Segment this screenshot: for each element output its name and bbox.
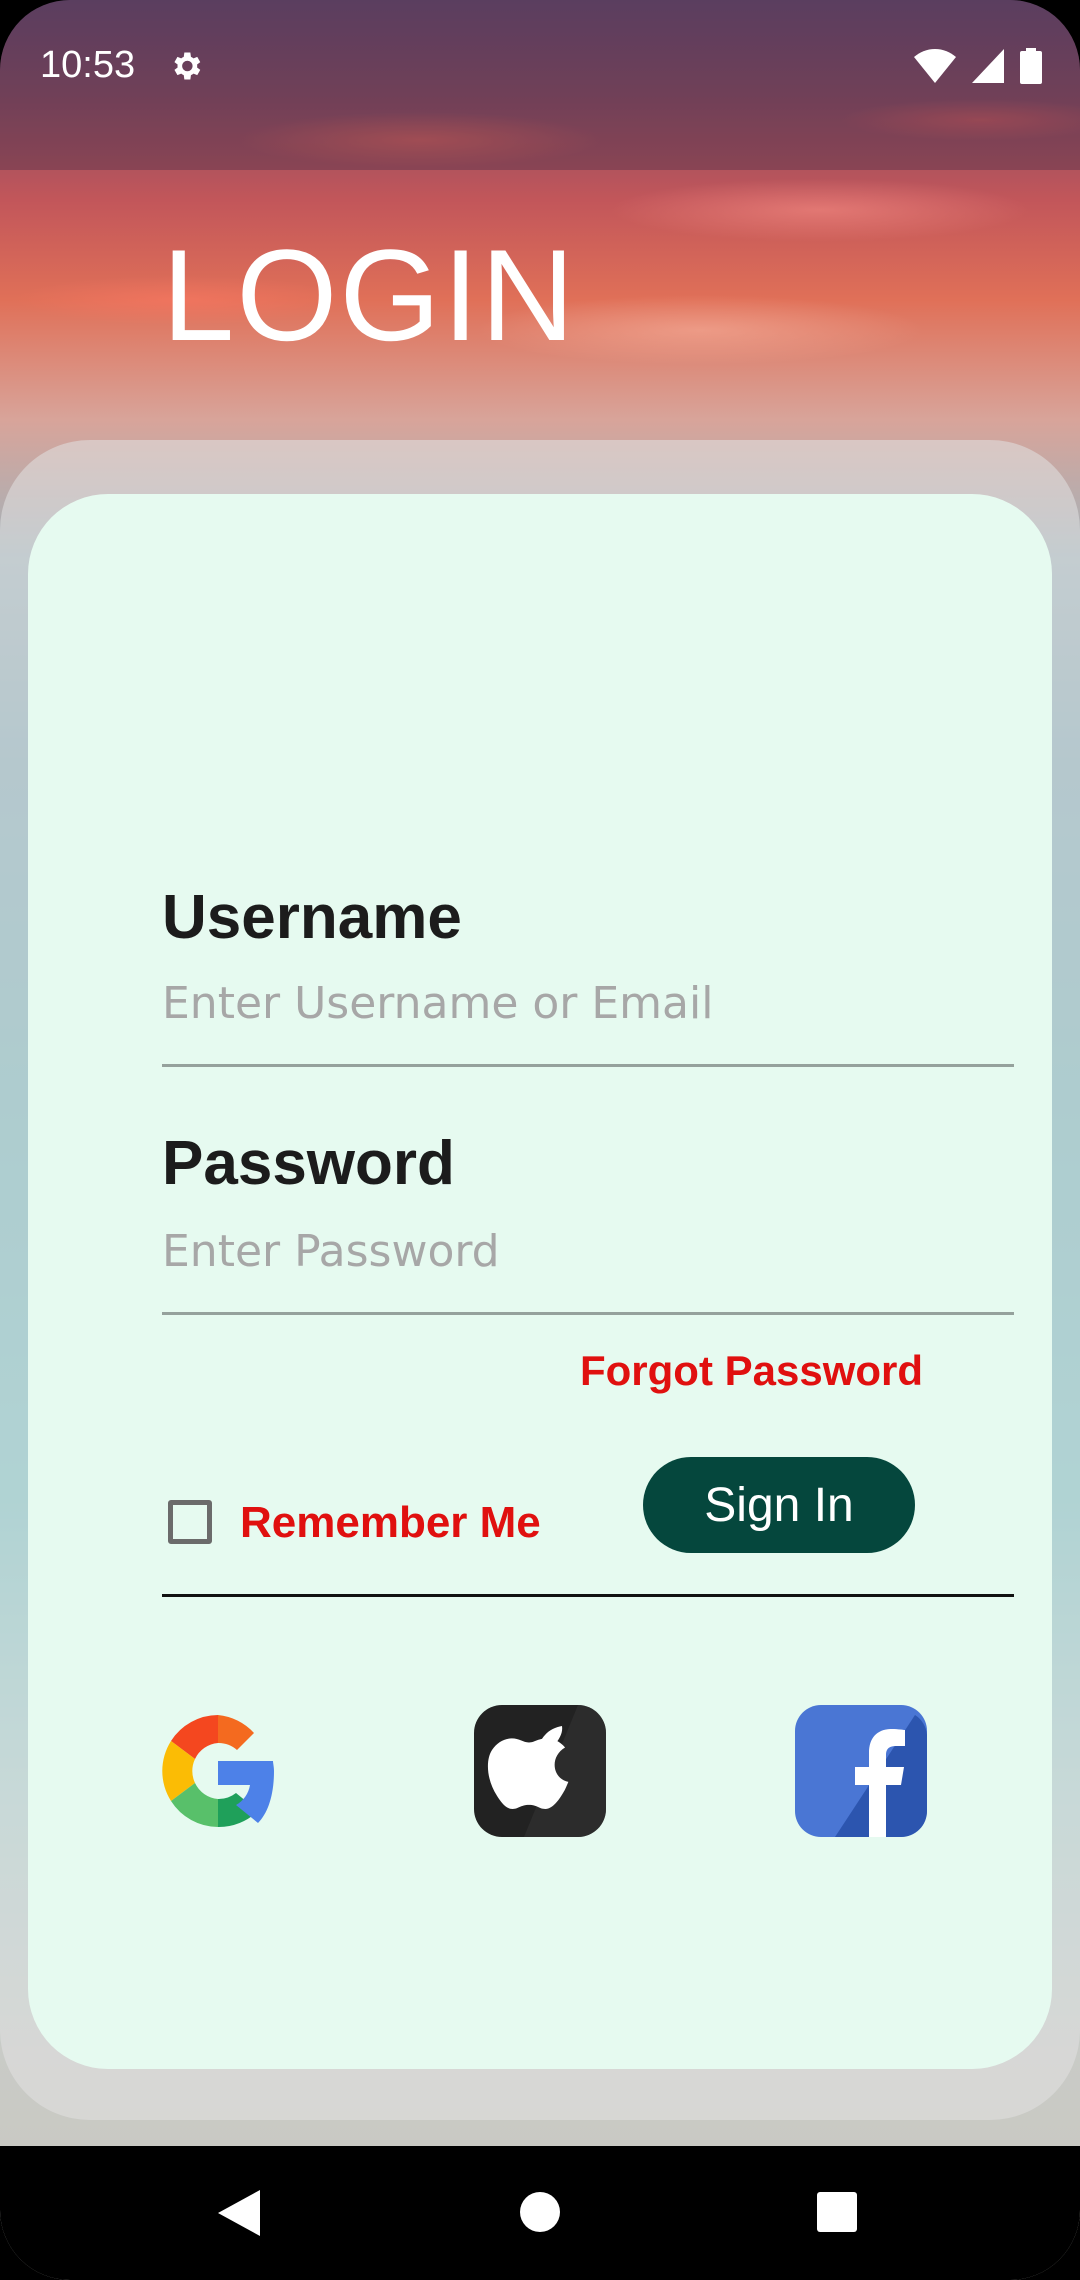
divider (162, 1594, 1014, 1597)
username-underline (162, 1064, 1014, 1067)
page-title: LOGIN (162, 222, 577, 368)
status-time: 10:53 (40, 44, 136, 86)
remember-me-checkbox[interactable] (168, 1500, 212, 1544)
sign-in-button[interactable]: Sign In (643, 1457, 915, 1553)
system-icons (914, 48, 1042, 84)
google-icon[interactable] (152, 1705, 284, 1837)
password-input[interactable] (162, 1220, 1014, 1282)
screen: 10:53 LOGIN Username Password Forgot Pas… (0, 0, 1080, 2280)
username-label: Username (162, 883, 462, 952)
gear-icon (174, 52, 201, 80)
remember-me-label: Remember Me (240, 1498, 541, 1547)
status-bar: 10:53 (0, 0, 1080, 170)
forgot-password-link[interactable]: Forgot Password (580, 1347, 923, 1395)
password-label: Password (162, 1129, 455, 1198)
password-underline (162, 1312, 1014, 1315)
signal-icon (972, 49, 1004, 83)
recents-icon[interactable] (817, 2192, 857, 2232)
back-icon[interactable] (218, 2190, 260, 2236)
apple-icon[interactable] (474, 1705, 606, 1837)
navigation-bar (0, 2146, 1080, 2280)
battery-icon (1020, 48, 1042, 84)
username-input[interactable] (162, 972, 1014, 1034)
home-icon[interactable] (519, 2191, 561, 2233)
wifi-icon (914, 49, 956, 83)
facebook-icon[interactable] (795, 1705, 927, 1837)
